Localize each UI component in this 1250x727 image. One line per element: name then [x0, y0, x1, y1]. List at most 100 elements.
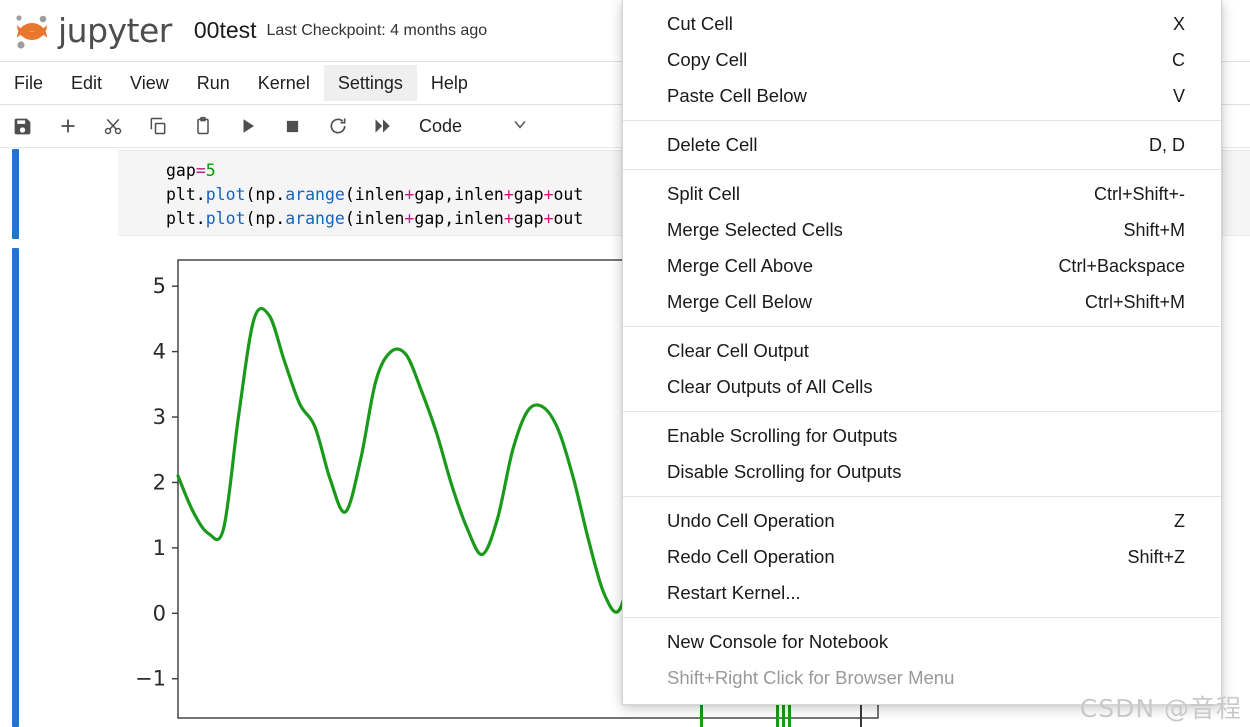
- code-token: +: [503, 209, 514, 228]
- context-menu-group: Clear Cell Output Clear Outputs of All Ce…: [623, 326, 1221, 411]
- context-menu-group: Delete Cell D, D: [623, 120, 1221, 169]
- menubar-item-kernel[interactable]: Kernel: [244, 65, 324, 101]
- cut-icon[interactable]: [90, 107, 135, 145]
- menu-item-label: Delete Cell: [667, 134, 758, 155]
- menu-item-new-console-for-notebook[interactable]: New Console for Notebook: [623, 624, 1221, 660]
- code-token: (inlen: [344, 185, 405, 204]
- copy-icon[interactable]: [135, 107, 180, 145]
- menu-item-label: Redo Cell Operation: [667, 546, 835, 567]
- brand-label: jupyter: [58, 11, 172, 50]
- menu-item-clear-outputs-of-all-cells[interactable]: Clear Outputs of All Cells: [623, 369, 1221, 405]
- menu-item-label: Split Cell: [667, 183, 740, 204]
- menu-item-shortcut: Ctrl+Shift+M: [1084, 291, 1185, 312]
- y-tick-label: 3: [153, 405, 166, 429]
- menu-item-merge-cell-above[interactable]: Merge Cell Above Ctrl+Backspace: [623, 248, 1221, 284]
- code-token: gap,inlen: [414, 209, 504, 228]
- context-menu-group: Undo Cell Operation Z Redo Cell Operation S…: [623, 496, 1221, 617]
- menu-item-undo-cell-operation[interactable]: Undo Cell Operation Z: [623, 503, 1221, 539]
- notebook-title[interactable]: 00test: [194, 17, 257, 44]
- menu-item-label: New Console for Notebook: [667, 631, 889, 652]
- jupyterlab-window: jupyter 00test Last Checkpoint: 4 months…: [0, 0, 1250, 727]
- menu-item-cut-cell[interactable]: Cut Cell X: [623, 6, 1221, 42]
- code-token: plt.: [166, 185, 206, 204]
- cell-context-menu[interactable]: Cut Cell X Copy Cell C Paste Cell Below V Dele…: [622, 0, 1222, 705]
- menu-item-label: Clear Outputs of All Cells: [667, 376, 873, 397]
- code-token: plot: [205, 185, 246, 204]
- menu-item-label: Merge Cell Above: [667, 255, 814, 276]
- menu-item-label: Undo Cell Operation: [667, 510, 835, 531]
- chevron-down-icon: [510, 114, 530, 139]
- run-all-icon[interactable]: [360, 107, 405, 145]
- code-token: =: [195, 161, 206, 180]
- menu-item-copy-cell[interactable]: Copy Cell C: [623, 42, 1221, 78]
- save-icon[interactable]: [0, 107, 45, 145]
- code-token: gap: [166, 161, 196, 180]
- context-menu-group: Enable Scrolling for Outputs Disable Scro…: [623, 411, 1221, 496]
- y-tick-label: 2: [153, 470, 166, 494]
- menubar-item-help[interactable]: Help: [417, 65, 482, 101]
- y-tick-label: 4: [153, 340, 166, 364]
- cell-type-value: Code: [419, 115, 463, 136]
- menu-item-paste-cell-below[interactable]: Paste Cell Below V: [623, 78, 1221, 114]
- menu-item-redo-cell-operation[interactable]: Redo Cell Operation Shift+Z: [623, 539, 1221, 575]
- code-token: arange: [285, 209, 345, 228]
- code-token: +: [404, 209, 415, 228]
- menu-item-label: Cut Cell: [667, 13, 733, 34]
- y-tick-label: −1: [135, 667, 166, 691]
- menu-item-label: Copy Cell: [667, 49, 748, 70]
- menu-item-label: Merge Selected Cells: [667, 219, 843, 240]
- cell-type-selector[interactable]: Code: [419, 114, 530, 139]
- menu-item-shortcut: Shift+M: [1123, 219, 1185, 240]
- code-token: +: [543, 185, 554, 204]
- paste-icon[interactable]: [180, 107, 225, 145]
- run-icon[interactable]: [225, 107, 270, 145]
- jupyter-logo-icon: [10, 9, 54, 53]
- code-token: (np.: [245, 185, 286, 204]
- context-menu-group: Split Cell Ctrl+Shift+- Merge Selected Cel…: [623, 169, 1221, 326]
- menu-item-split-cell[interactable]: Split Cell Ctrl+Shift+-: [623, 176, 1221, 212]
- code-token: 5: [205, 161, 216, 180]
- menu-item-delete-cell[interactable]: Delete Cell D, D: [623, 127, 1221, 163]
- menubar-item-settings[interactable]: Settings: [323, 65, 417, 101]
- restart-icon[interactable]: [315, 107, 360, 145]
- menu-item-label: Enable Scrolling for Outputs: [667, 425, 898, 446]
- last-checkpoint-label: Last Checkpoint: 4 months ago: [266, 21, 488, 39]
- add-cell-icon[interactable]: [45, 107, 90, 145]
- code-token: +: [503, 185, 514, 204]
- menu-item-merge-cell-below[interactable]: Merge Cell Below Ctrl+Shift+M: [623, 284, 1221, 320]
- menu-item-label: Clear Cell Output: [667, 340, 809, 361]
- code-token: arange: [285, 185, 345, 204]
- y-tick-label: 0: [153, 601, 166, 625]
- code-token: +: [543, 209, 554, 228]
- menubar-item-edit[interactable]: Edit: [57, 65, 116, 101]
- code-token: (np.: [245, 209, 286, 228]
- menu-item-shortcut: Ctrl+Backspace: [1058, 255, 1185, 276]
- code-token: (inlen: [344, 209, 405, 228]
- code-token: gap,inlen: [414, 185, 504, 204]
- menu-item-enable-scrolling-for-outputs[interactable]: Enable Scrolling for Outputs: [623, 418, 1221, 454]
- menu-item-shortcut: C: [1172, 49, 1185, 70]
- output-cell-indicator: [12, 248, 19, 727]
- menu-item-shortcut: Z: [1174, 510, 1185, 531]
- code-token: plt.: [166, 209, 206, 228]
- y-tick-label: 1: [153, 536, 166, 560]
- y-tick-label: 5: [153, 274, 166, 298]
- menubar-item-view[interactable]: View: [116, 65, 183, 101]
- menu-item-merge-selected-cells[interactable]: Merge Selected Cells Shift+M: [623, 212, 1221, 248]
- menu-item-label: Restart Kernel...: [667, 582, 801, 603]
- menu-item-shortcut: Shift+Z: [1127, 546, 1185, 567]
- menubar-item-file[interactable]: File: [0, 65, 57, 101]
- menu-item-disable-scrolling-for-outputs[interactable]: Disable Scrolling for Outputs: [623, 454, 1221, 490]
- stop-icon[interactable]: [270, 107, 315, 145]
- menu-item-restart-kernel[interactable]: Restart Kernel...: [623, 575, 1221, 611]
- menu-item-shortcut: Ctrl+Shift+-: [1093, 183, 1185, 204]
- menu-item-label: Shift+Right Click for Browser Menu: [667, 667, 955, 688]
- watermark: CSDN @音程: [1079, 694, 1242, 723]
- menu-item-clear-cell-output[interactable]: Clear Cell Output: [623, 333, 1221, 369]
- context-menu-group: Cut Cell X Copy Cell C Paste Cell Below V: [623, 0, 1221, 120]
- menubar-item-run[interactable]: Run: [183, 65, 244, 101]
- menu-item-label: Disable Scrolling for Outputs: [667, 461, 902, 482]
- menu-item-shortcut: D, D: [1149, 134, 1185, 155]
- code-token: plot: [205, 209, 246, 228]
- menu-item-label: Paste Cell Below: [667, 85, 807, 106]
